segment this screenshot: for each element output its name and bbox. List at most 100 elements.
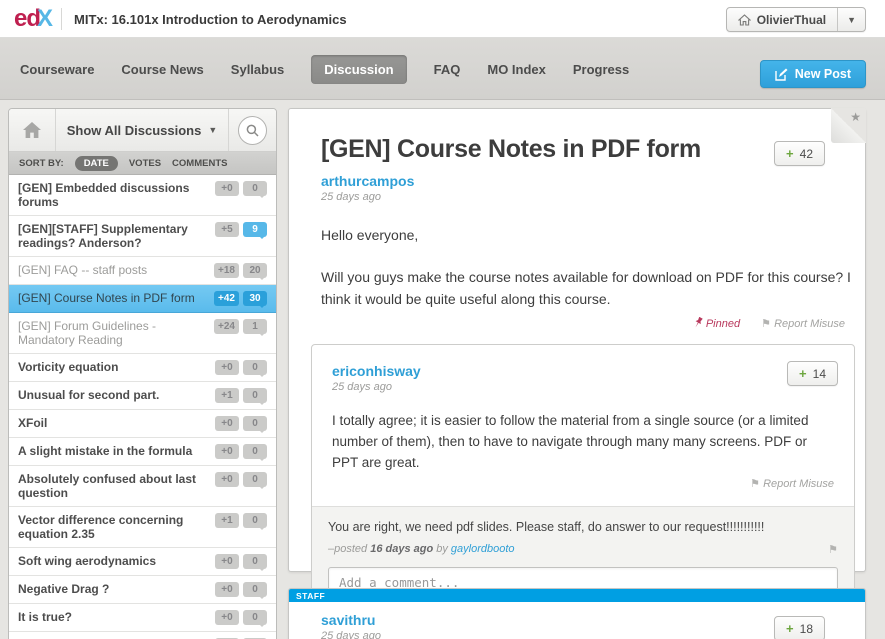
course-nav: Courseware Course News Syllabus Discussi… [0, 38, 885, 100]
nav-tab-label: Progress [573, 62, 629, 77]
nav-tab[interactable]: MO Index [487, 62, 546, 77]
post-author-link[interactable]: arthurcampos [321, 173, 825, 189]
comment-count-badge: 0 [243, 610, 267, 625]
thread-list-item[interactable]: Negative Drag ? +0 0 [9, 576, 276, 604]
thread-badges: +0 0 [215, 472, 267, 487]
vote-count-badge: +5 [215, 222, 239, 237]
forum-home-button[interactable] [9, 109, 56, 151]
thread-title: [GEN][STAFF] Supplementary readings? And… [18, 222, 209, 250]
search-icon [246, 124, 259, 137]
thread-list-item[interactable]: Soft wing aerodynamics +0 0 [9, 548, 276, 576]
comment-time: 16 days ago [370, 543, 433, 555]
staff-post-header: savithru 25 days ago + 18 [289, 602, 865, 639]
reply-card: ericonhisway 25 days ago + 14 I totally … [311, 344, 855, 619]
plus-icon: + [786, 621, 794, 636]
thread-list-item[interactable]: [GEN] FAQ -- staff posts +18 20 [9, 257, 276, 285]
thread-title: Negative Drag ? [18, 582, 209, 596]
top-header: edX MITx: 16.101x Introduction to Aerody… [0, 0, 885, 38]
sort-option-comments[interactable]: COMMENTS [172, 158, 227, 169]
flag-icon: ⚑ [750, 478, 760, 490]
thread-list-item[interactable]: [GEN] Course Notes in PDF form +42 30 [9, 285, 276, 313]
thread-list-item[interactable]: Vorticity equation +0 0 [9, 354, 276, 382]
sort-option-date[interactable]: DATE [75, 156, 118, 171]
new-post-button[interactable]: New Post [760, 60, 866, 88]
thread-list-item[interactable]: I have a query [STAFF] +0 0 [9, 632, 276, 639]
thread-title: Soft wing aerodynamics [18, 554, 209, 568]
discussion-filter-label: Show All Discussions [67, 123, 202, 138]
thread-title: A slight mistake in the formula [18, 444, 209, 458]
reply-vote-count: 14 [813, 367, 826, 381]
user-menu-caret[interactable]: ▼ [837, 8, 865, 31]
comment-author-link[interactable]: gaylordbooto [451, 543, 515, 555]
staff-vote-button[interactable]: + 18 [774, 616, 825, 639]
edx-logo-x: X [37, 5, 52, 32]
content-area: Show All Discussions ▼ SORT BY: DATE VOT… [0, 100, 885, 639]
report-misuse-button[interactable]: ⚑ Report Misuse [761, 318, 845, 330]
discussion-filter-dropdown[interactable]: Show All Discussions ▼ [56, 109, 228, 151]
thread-list-item[interactable]: A slight mistake in the formula +0 0 [9, 438, 276, 466]
search-button[interactable] [228, 109, 276, 151]
comment-count-badge: 30 [243, 291, 267, 306]
post-vote-count: 42 [800, 147, 813, 161]
thread-list-item[interactable]: Unusual for second part. +1 0 [9, 382, 276, 410]
post-vote-button[interactable]: + 42 [774, 141, 825, 166]
staff-post-card: STAFF savithru 25 days ago + 18 [288, 588, 866, 639]
nav-tab[interactable]: Discussion [311, 55, 406, 84]
thread-badges: +0 0 [215, 181, 267, 196]
post-body: Hello everyone, Will you guys make the c… [289, 224, 865, 310]
thread-list-item[interactable]: [GEN][STAFF] Supplementary readings? And… [9, 216, 276, 257]
home-icon [23, 122, 41, 138]
thread-list-item[interactable]: Vector difference concerning equation 2.… [9, 507, 276, 548]
comment-count-badge: 0 [243, 416, 267, 431]
compose-icon [775, 68, 788, 81]
thread-list-item[interactable]: [GEN] Embedded discussions forums +0 0 [9, 175, 276, 216]
edx-logo[interactable]: edX [14, 5, 52, 33]
thread-badges: +0 0 [215, 360, 267, 375]
thread-title: It is true? [18, 610, 209, 624]
report-misuse-button[interactable]: ⚑ Report Misuse [750, 478, 834, 490]
vote-count-badge: +0 [215, 444, 239, 459]
user-menu-main[interactable]: OlivierThual [727, 8, 837, 31]
nav-tab[interactable]: Courseware [20, 62, 94, 77]
course-title: MITx: 16.101x Introduction to Aerodynami… [74, 12, 347, 27]
thread-badges: +0 0 [215, 416, 267, 431]
comment-count-badge: 0 [243, 360, 267, 375]
vote-count-badge: +1 [215, 513, 239, 528]
nav-tab[interactable]: Course News [121, 62, 203, 77]
comment-count-badge: 0 [243, 444, 267, 459]
vote-count-badge: +0 [215, 360, 239, 375]
staff-banner: STAFF [289, 589, 865, 602]
thread-list-item[interactable]: XFoil +0 0 [9, 410, 276, 438]
vote-count-badge: +0 [215, 472, 239, 487]
plus-icon: + [799, 366, 807, 381]
thread-list-item[interactable]: Absolutely confused about last question … [9, 466, 276, 507]
comment-by-word: by [433, 543, 451, 555]
nav-tab[interactable]: Syllabus [231, 62, 284, 77]
post-title: [GEN] Course Notes in PDF form [321, 135, 825, 164]
user-menu-button[interactable]: OlivierThual ▼ [726, 7, 866, 32]
reply-author-link[interactable]: ericonhisway [332, 363, 834, 379]
thread-badges: +1 0 [215, 513, 267, 528]
flag-icon[interactable]: ⚑ [828, 543, 838, 556]
thread-badges: +0 0 [215, 444, 267, 459]
thread-list-item[interactable]: [GEN] Forum Guidelines - Mandatory Readi… [9, 313, 276, 354]
nav-tab[interactable]: Progress [573, 62, 629, 77]
sort-by-label: SORT BY: [19, 158, 64, 169]
nav-tab[interactable]: FAQ [434, 62, 461, 77]
nav-tab-label: MO Index [487, 62, 546, 77]
thread-badges: +5 9 [215, 222, 267, 237]
nav-tab-label: Syllabus [231, 62, 284, 77]
thread-list-item[interactable]: It is true? +0 0 [9, 604, 276, 632]
staff-author-link[interactable]: savithru [321, 612, 825, 628]
post-header: [GEN] Course Notes in PDF form + 42 arth… [289, 109, 865, 203]
comment-text: You are right, we need pdf slides. Pleas… [328, 520, 838, 534]
post-paragraph: Hello everyone, [321, 224, 851, 246]
reply-vote-button[interactable]: + 14 [787, 361, 838, 386]
vote-count-badge: +0 [215, 554, 239, 569]
nav-tab-label: FAQ [434, 62, 461, 77]
sort-option-votes[interactable]: VOTES [129, 158, 161, 169]
home-icon [738, 14, 751, 26]
thread-title: [GEN] Course Notes in PDF form [18, 291, 208, 305]
comment-count-badge: 1 [243, 319, 267, 334]
post-actions: Pinned ⚑ Report Misuse [289, 317, 865, 330]
